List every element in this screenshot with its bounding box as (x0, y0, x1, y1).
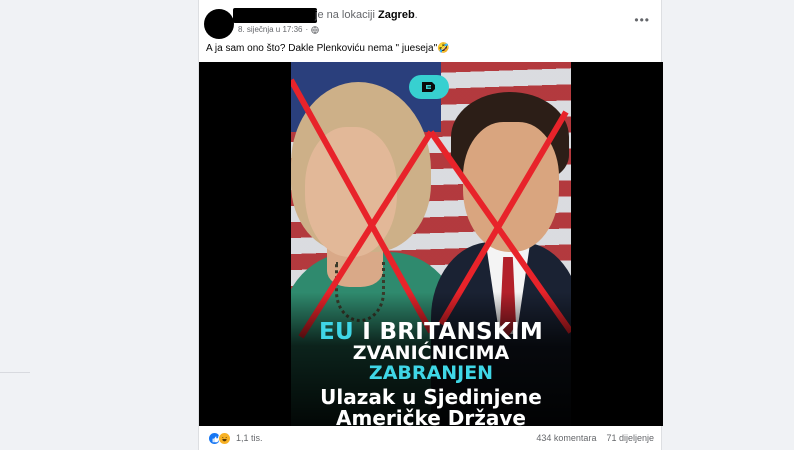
side-divider (0, 372, 30, 373)
post-date[interactable]: 8. siječnja u 17:36 (238, 25, 303, 34)
engagement-counts: 434 komentara 71 dijeljenje (536, 433, 654, 443)
post-header: je na lokaciji Zagreb. 8. siječnja u 17:… (199, 0, 663, 40)
reaction-icons[interactable] (208, 432, 231, 445)
author-name-redacted[interactable] (233, 8, 317, 23)
image-headline: EU I BRITANSKIM ZVANIĆNICIMA ZABRANJEN U… (291, 320, 571, 426)
headline-line-4: Američke Države (336, 406, 526, 426)
post-meta: 8. siječnja u 17:36 · (238, 25, 319, 34)
news-graphic: EU I BRITANSKIM ZVANIĆNICIMA ZABRANJEN U… (291, 62, 571, 426)
comment-count[interactable]: 434 komentara (536, 433, 596, 443)
globe-icon (311, 25, 319, 34)
post-image[interactable]: EU I BRITANSKIM ZVANIĆNICIMA ZABRANJEN U… (199, 62, 663, 426)
facebook-post: je na lokaciji Zagreb. 8. siječnja u 17:… (198, 0, 663, 450)
location-link[interactable]: Zagreb (378, 9, 415, 21)
post-caption: A ja sam ono što? Dakle Plenkoviću nema … (206, 43, 450, 54)
avatar-redacted[interactable] (204, 9, 234, 39)
share-count[interactable]: 71 dijeljenje (606, 433, 654, 443)
headline-line-1: EU I BRITANSKIM (318, 319, 544, 345)
post-footer: 1,1 tis. 434 komentara 71 dijeljenje (199, 428, 663, 450)
channel-logo-icon (409, 75, 449, 99)
location-prefix: je na lokaciji (315, 9, 375, 21)
headline-line-2: ZVANIĆNICIMA ZABRANJEN (352, 342, 510, 385)
reaction-count[interactable]: 1,1 tis. (236, 433, 263, 443)
meta-separator: · (305, 25, 309, 34)
haha-reaction-icon (218, 432, 231, 445)
more-options-icon[interactable]: ••• (634, 13, 650, 27)
headline-line-3: Ulazak u Sjedinjene (320, 385, 542, 410)
location-text: je na lokaciji Zagreb. (315, 9, 418, 21)
